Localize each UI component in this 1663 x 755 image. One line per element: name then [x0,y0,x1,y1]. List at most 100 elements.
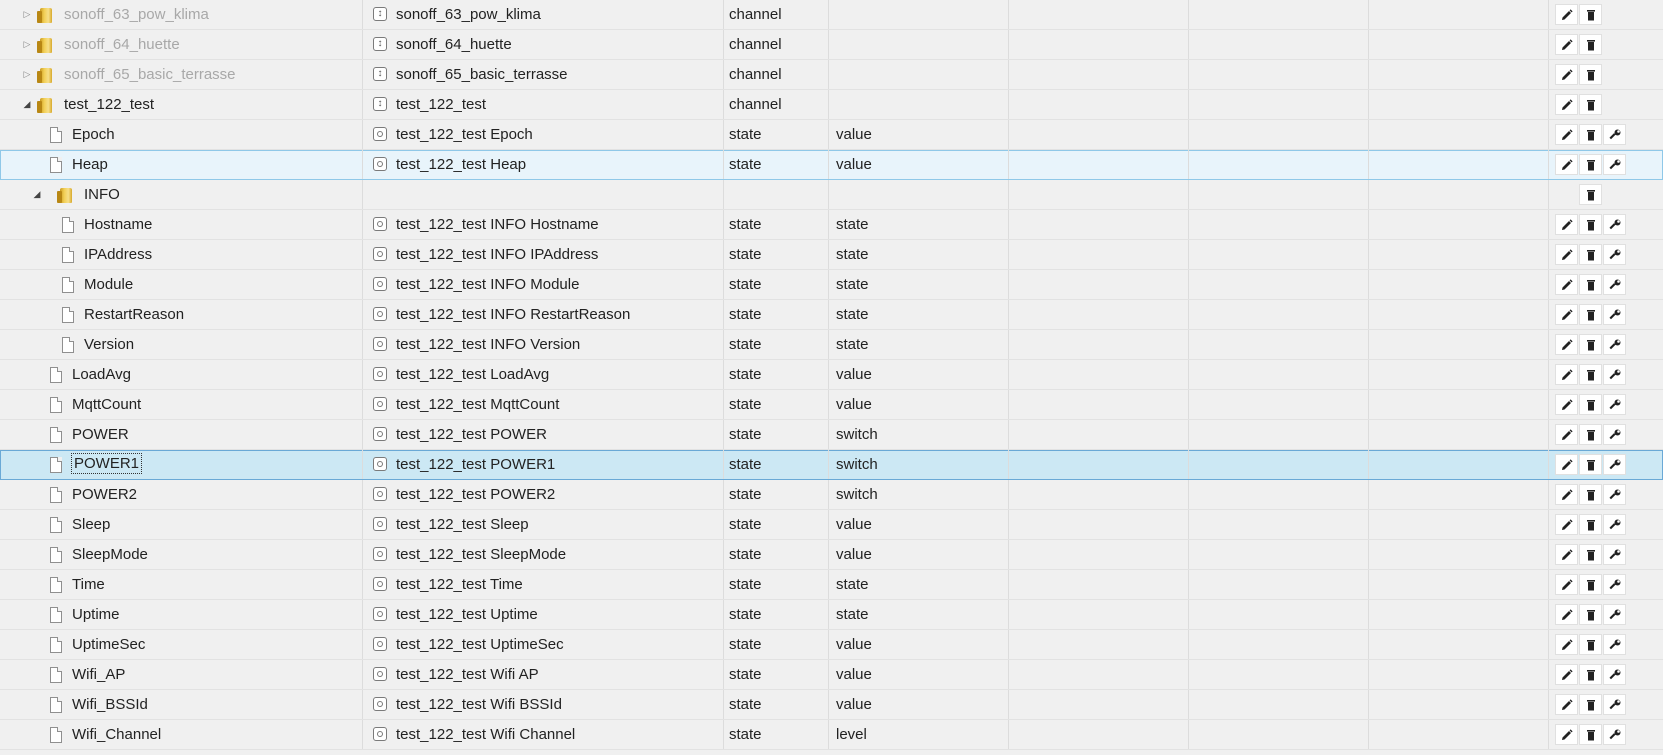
table-row[interactable]: POWER2 test_122_test POWER2 state switch [0,480,1663,510]
table-row[interactable]: ▷ sonoff_65_basic_terrasse ↕ sonoff_65_basi… [0,60,1663,90]
object-name[interactable]: POWER1 [70,453,143,474]
delete-button[interactable] [1579,184,1602,205]
settings-button[interactable] [1603,244,1626,265]
object-name[interactable]: POWER2 [72,480,137,509]
table-row[interactable]: Heap test_122_test Heap state value [0,150,1663,180]
object-name[interactable]: MqttCount [72,390,141,419]
table-row[interactable]: Hostname test_122_test INFO Hostname state… [0,210,1663,240]
object-name[interactable]: Uptime [72,600,120,629]
delete-button[interactable] [1579,454,1602,475]
settings-button[interactable] [1603,304,1626,325]
object-name[interactable]: SleepMode [72,540,148,569]
delete-button[interactable] [1579,334,1602,355]
settings-button[interactable] [1603,424,1626,445]
delete-button[interactable] [1579,154,1602,175]
object-name[interactable]: Time [72,570,105,599]
object-name[interactable]: Wifi_Channel [72,720,161,749]
table-row[interactable]: ▷ sonoff_63_pow_klima ↕ sonoff_63_pow_klima… [0,0,1663,30]
table-row[interactable]: UptimeSec test_122_test UptimeSec state val… [0,630,1663,660]
table-row[interactable]: ▷ sonoff_64_huette ↕ sonoff_64_huette channe… [0,30,1663,60]
object-name[interactable]: Sleep [72,510,110,539]
table-row[interactable]: ◢ INFO [0,180,1663,210]
settings-button[interactable] [1603,634,1626,655]
object-name[interactable]: sonoff_65_basic_terrasse [64,60,236,89]
edit-button[interactable] [1555,694,1578,715]
edit-button[interactable] [1555,64,1578,85]
delete-button[interactable] [1579,394,1602,415]
table-row[interactable]: Module test_122_test INFO Module state stat… [0,270,1663,300]
edit-button[interactable] [1555,214,1578,235]
object-name[interactable]: Wifi_AP [72,660,125,689]
edit-button[interactable] [1555,154,1578,175]
object-name[interactable]: Hostname [84,210,152,239]
delete-button[interactable] [1579,694,1602,715]
edit-button[interactable] [1555,34,1578,55]
delete-button[interactable] [1579,364,1602,385]
settings-button[interactable] [1603,664,1626,685]
edit-button[interactable] [1555,604,1578,625]
collapse-toggle-icon[interactable]: ◢ [30,180,44,209]
edit-button[interactable] [1555,634,1578,655]
delete-button[interactable] [1579,124,1602,145]
settings-button[interactable] [1603,604,1626,625]
edit-button[interactable] [1555,364,1578,385]
table-row[interactable]: IPAddress test_122_test INFO IPAddress sta… [0,240,1663,270]
object-name[interactable]: LoadAvg [72,360,131,389]
delete-button[interactable] [1579,214,1602,235]
object-name[interactable]: IPAddress [84,240,152,269]
delete-button[interactable] [1579,4,1602,25]
settings-button[interactable] [1603,574,1626,595]
edit-button[interactable] [1555,244,1578,265]
settings-button[interactable] [1603,544,1626,565]
delete-button[interactable] [1579,574,1602,595]
table-row[interactable]: Version test_122_test INFO Version state st… [0,330,1663,360]
delete-button[interactable] [1579,634,1602,655]
object-name[interactable]: test_122_test [64,90,154,119]
expand-toggle-icon[interactable]: ▷ [20,30,34,59]
edit-button[interactable] [1555,484,1578,505]
table-row[interactable]: ◢ test_122_test ↕ test_122_test channel [0,90,1663,120]
delete-button[interactable] [1579,664,1602,685]
object-name[interactable]: UptimeSec [72,630,145,659]
settings-button[interactable] [1603,124,1626,145]
edit-button[interactable] [1555,394,1578,415]
edit-button[interactable] [1555,334,1578,355]
object-name[interactable]: INFO [84,180,120,209]
settings-button[interactable] [1603,724,1626,745]
object-name[interactable]: sonoff_63_pow_klima [64,0,209,29]
table-row[interactable]: LoadAvg test_122_test LoadAvg state value [0,360,1663,390]
table-row[interactable]: Wifi_Channel test_122_test Wifi Channel st… [0,720,1663,750]
settings-button[interactable] [1603,694,1626,715]
delete-button[interactable] [1579,64,1602,85]
table-row[interactable]: MqttCount test_122_test MqttCount state val… [0,390,1663,420]
edit-button[interactable] [1555,514,1578,535]
collapse-toggle-icon[interactable]: ◢ [20,90,34,119]
settings-button[interactable] [1603,454,1626,475]
settings-button[interactable] [1603,274,1626,295]
expand-toggle-icon[interactable]: ▷ [20,0,34,29]
edit-button[interactable] [1555,304,1578,325]
settings-button[interactable] [1603,514,1626,535]
edit-button[interactable] [1555,4,1578,25]
delete-button[interactable] [1579,274,1602,295]
edit-button[interactable] [1555,724,1578,745]
table-row[interactable]: Uptime test_122_test Uptime state state [0,600,1663,630]
edit-button[interactable] [1555,424,1578,445]
table-row[interactable]: POWER1 test_122_test POWER1 state switch [0,450,1663,480]
settings-button[interactable] [1603,364,1626,385]
edit-button[interactable] [1555,544,1578,565]
object-name[interactable]: Version [84,330,134,359]
delete-button[interactable] [1579,484,1602,505]
table-row[interactable]: SleepMode test_122_test SleepMode state val… [0,540,1663,570]
edit-button[interactable] [1555,274,1578,295]
delete-button[interactable] [1579,244,1602,265]
edit-button[interactable] [1555,454,1578,475]
delete-button[interactable] [1579,34,1602,55]
settings-button[interactable] [1603,214,1626,235]
table-row[interactable]: Wifi_AP test_122_test Wifi AP state value [0,660,1663,690]
table-row[interactable]: POWER test_122_test POWER state switch [0,420,1663,450]
settings-button[interactable] [1603,394,1626,415]
table-row[interactable]: Wifi_BSSId test_122_test Wifi BSSId state v… [0,690,1663,720]
edit-button[interactable] [1555,574,1578,595]
table-row[interactable]: Time test_122_test Time state state [0,570,1663,600]
